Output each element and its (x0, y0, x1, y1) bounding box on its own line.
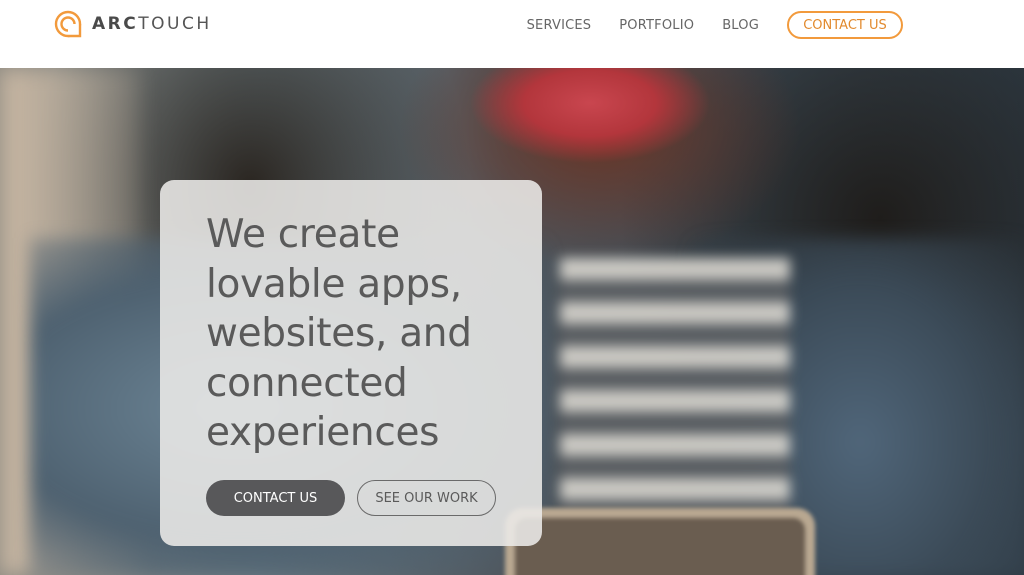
nav-link-portfolio[interactable]: PORTFOLIO (619, 18, 694, 33)
logo-text-bold: ARC (92, 14, 139, 34)
hero-headline: We create lovable apps, websites, and co… (206, 212, 472, 455)
nav-link-blog[interactable]: BLOG (722, 18, 759, 33)
logo-text-light: TOUCH (138, 14, 212, 34)
see-our-work-button[interactable]: SEE OUR WORK (357, 480, 496, 516)
arctouch-logo[interactable]: ARCTOUCH (54, 10, 212, 38)
hero-card: We create lovable apps, websites, and co… (160, 180, 542, 546)
nav-link-services[interactable]: SERVICES (527, 18, 592, 33)
hero-contact-button[interactable]: CONTACT US (206, 480, 345, 516)
main-nav: SERVICES PORTFOLIO BLOG CONTACT US (527, 11, 903, 39)
logo-wordmark: ARCTOUCH (92, 10, 212, 38)
header-contact-button[interactable]: CONTACT US (787, 11, 903, 39)
arctouch-logo-icon (54, 10, 82, 38)
site-header: ARCTOUCH SERVICES PORTFOLIO BLOG CONTACT… (0, 0, 1024, 68)
